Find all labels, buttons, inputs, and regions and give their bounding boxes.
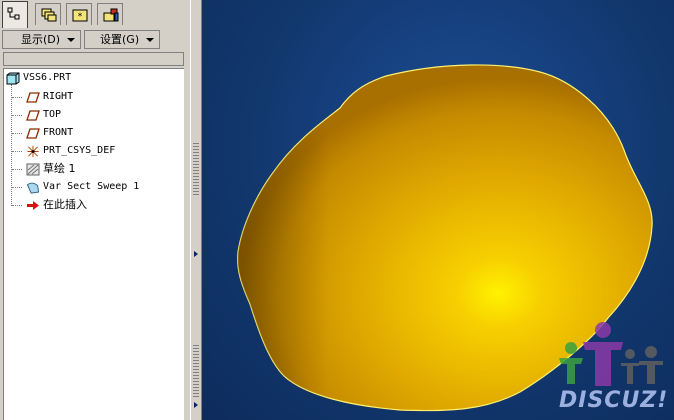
model-tree-icon xyxy=(7,7,20,20)
splitter-grip xyxy=(193,345,199,397)
panel-splitter[interactable] xyxy=(190,0,202,420)
tab-favorites[interactable] xyxy=(97,3,123,25)
tree-item-label: PRT_CSYS_DEF xyxy=(43,145,116,156)
favorites-icon xyxy=(103,8,119,22)
navigator-menu-row: 显示(D) 设置(G) xyxy=(0,29,190,51)
application-window: * 显示(D) 设置(G) VSS6.PRT RIGHT TOP FRONT P… xyxy=(0,0,674,420)
watermark-text: DISCUZ! xyxy=(559,388,669,413)
forum-watermark: DISCUZ! xyxy=(553,318,673,418)
sweep-feature-icon xyxy=(26,182,40,194)
chevron-right-icon[interactable] xyxy=(194,251,198,257)
tree-item-label: TOP xyxy=(43,109,62,120)
datum-plane-icon xyxy=(26,92,40,103)
folder-icon: * xyxy=(72,9,88,22)
tree-item-label: VSS6.PRT xyxy=(23,72,72,83)
tree-connector-line xyxy=(12,151,22,152)
tree-item-label: Var Sect Sweep 1 xyxy=(43,181,140,192)
tree-connector-line xyxy=(12,169,22,170)
tree-filter-bar[interactable] xyxy=(3,52,184,66)
navigator-panel: * 显示(D) 设置(G) VSS6.PRT RIGHT TOP FRONT P… xyxy=(0,0,190,420)
tree-connector-line xyxy=(12,133,22,134)
chevron-down-icon xyxy=(67,38,75,42)
datum-plane-icon xyxy=(26,110,40,121)
tab-folder-browser[interactable]: * xyxy=(66,3,92,25)
insert-here-arrow-icon xyxy=(27,201,39,210)
tree-item-label: 草绘 1 xyxy=(43,162,76,175)
layers-icon xyxy=(41,8,57,22)
chevron-down-icon xyxy=(146,38,154,42)
coordinate-system-icon xyxy=(27,145,39,158)
show-menu-button[interactable]: 显示(D) xyxy=(2,30,81,49)
navigator-tab-bar: * xyxy=(0,0,190,28)
tab-model-tree[interactable] xyxy=(2,1,28,28)
tree-connector-line xyxy=(12,187,22,188)
svg-text:*: * xyxy=(78,12,83,22)
settings-menu-button[interactable]: 设置(G) xyxy=(84,30,160,49)
sketch-icon xyxy=(26,163,40,176)
part-icon xyxy=(6,72,20,85)
chevron-right-icon[interactable] xyxy=(194,402,198,408)
tree-item-label: RIGHT xyxy=(43,91,74,102)
tree-item-label: FRONT xyxy=(43,127,74,138)
tree-item-label: 在此插入 xyxy=(43,198,87,211)
tree-connector-line xyxy=(12,115,22,116)
tree-connector-line xyxy=(12,97,22,98)
settings-menu-label: 设置(G) xyxy=(100,33,140,46)
tab-layers[interactable] xyxy=(35,3,61,25)
datum-plane-icon xyxy=(26,128,40,139)
show-menu-label: 显示(D) xyxy=(21,33,61,46)
tree-connector-line xyxy=(12,205,22,206)
splitter-grip xyxy=(193,143,199,195)
